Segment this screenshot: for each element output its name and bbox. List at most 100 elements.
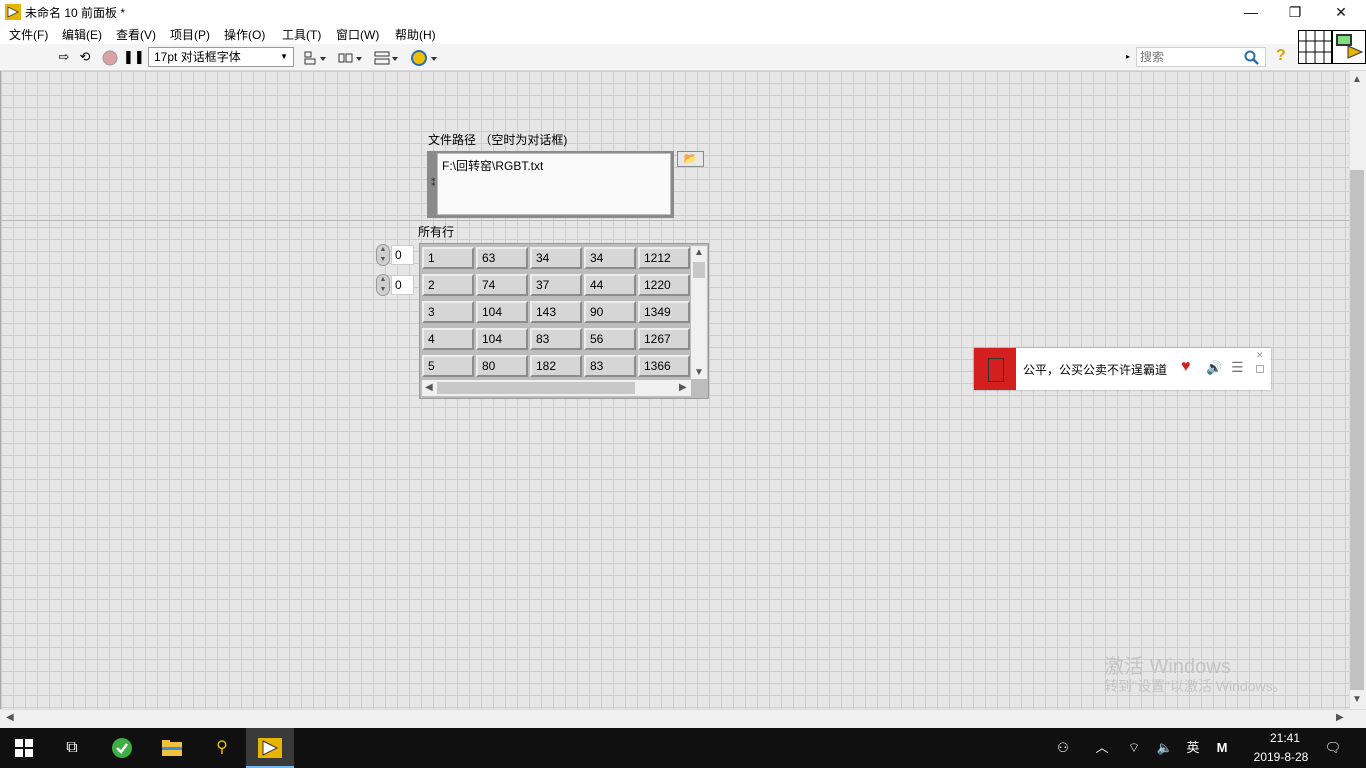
array-cell[interactable]: 1267 <box>638 328 690 350</box>
array-cell[interactable]: 34 <box>530 247 582 269</box>
panel-divider <box>1 220 1349 221</box>
connector-pane-icon[interactable] <box>1298 30 1332 64</box>
speaker-icon[interactable]: 🔈 <box>1155 728 1175 768</box>
ime-language[interactable]: 英 <box>1183 728 1203 768</box>
array-cell[interactable]: 1349 <box>638 301 690 323</box>
menu-help[interactable]: 帮助(H) <box>395 26 436 43</box>
array-cell[interactable]: 182 <box>530 355 582 377</box>
array-cell[interactable]: 90 <box>584 301 636 323</box>
font-select-value: 17pt 对话框字体 <box>154 50 241 64</box>
network-icon[interactable]: ⌔ <box>1124 728 1144 768</box>
task-view-icon[interactable]: ⧉ <box>48 728 96 768</box>
array-cell[interactable]: 1212 <box>638 247 690 269</box>
clock-date[interactable]: 2019-8-28 <box>1245 750 1317 764</box>
file-explorer-icon[interactable] <box>161 738 183 758</box>
vi-icon[interactable] <box>1332 30 1366 64</box>
array-cell[interactable]: 1 <box>422 247 474 269</box>
restore-icon[interactable] <box>1256 365 1264 373</box>
array-cell[interactable]: 63 <box>476 247 528 269</box>
array-cell[interactable]: 104 <box>476 301 528 323</box>
search-icon[interactable] <box>1244 50 1260 66</box>
spinner-icon[interactable]: ▲ ▼ <box>376 244 390 266</box>
scroll-right-icon[interactable]: ▶ <box>679 382 687 393</box>
labview-icon[interactable] <box>258 738 282 758</box>
file-path-field[interactable]: F:\回转窑\RGBT.txt <box>437 153 671 215</box>
col-index-value[interactable]: 0 <box>391 275 414 295</box>
windows-start-icon[interactable] <box>15 739 33 757</box>
array-cell[interactable]: 4 <box>422 328 474 350</box>
array-cell[interactable]: 5 <box>422 355 474 377</box>
scroll-left-icon[interactable]: ◀ <box>425 382 433 393</box>
people-icon[interactable]: ⚇ <box>1052 728 1074 768</box>
row-index-value[interactable]: 0 <box>391 245 414 265</box>
align-objects-icon[interactable] <box>303 49 327 67</box>
array-label: 所有行 <box>418 225 455 239</box>
array-cell[interactable]: 83 <box>584 355 636 377</box>
notification-icon[interactable]: 🗨 <box>1322 728 1344 768</box>
array-cell[interactable]: 80 <box>476 355 528 377</box>
clock-time[interactable]: 21:41 <box>1255 731 1315 745</box>
chevron-down-icon: ▼ <box>280 52 288 61</box>
array-cell[interactable]: 3 <box>422 301 474 323</box>
scroll-right-icon[interactable]: ▶ <box>1336 712 1344 723</box>
search-tool-icon[interactable]: ⚲ <box>198 728 246 768</box>
album-art <box>974 348 1016 390</box>
array-cell[interactable]: 104 <box>476 328 528 350</box>
scroll-up-icon[interactable]: ▲ <box>694 247 704 258</box>
minimize-button[interactable]: — <box>1228 0 1274 24</box>
array-cell[interactable]: 1220 <box>638 274 690 296</box>
array-cell[interactable]: 37 <box>530 274 582 296</box>
menu-project[interactable]: 项目(P) <box>170 26 210 43</box>
array-cell[interactable]: 34 <box>584 247 636 269</box>
col-index-control[interactable]: ▲ ▼ 0 <box>376 274 414 296</box>
spinner-icon[interactable]: ▲ ▼ <box>376 274 390 296</box>
file-path-label: 文件路径 （空时为对话框) <box>428 133 568 147</box>
array-cell[interactable]: 74 <box>476 274 528 296</box>
title-bar <box>0 0 1366 24</box>
array-cell[interactable]: 2 <box>422 274 474 296</box>
resize-objects-icon[interactable] <box>373 49 399 67</box>
browser-app-icon[interactable] <box>111 737 133 759</box>
array-cell[interactable]: 1366 <box>638 355 690 377</box>
menu-tools[interactable]: 工具(T) <box>282 26 321 43</box>
array-cell[interactable]: 83 <box>530 328 582 350</box>
distribute-objects-icon[interactable] <box>337 49 363 67</box>
panel-vertical-thumb[interactable] <box>1350 170 1364 690</box>
array-vertical-thumb[interactable] <box>693 262 705 278</box>
labview-app-icon <box>5 4 21 20</box>
menu-view[interactable]: 查看(V) <box>116 26 156 43</box>
array-horizontal-thumb[interactable] <box>437 382 635 394</box>
scroll-up-icon[interactable]: ▲ <box>1352 74 1362 85</box>
array-cell[interactable]: 143 <box>530 301 582 323</box>
pause-icon[interactable]: ❚❚ <box>123 48 145 66</box>
menu-operate[interactable]: 操作(O) <box>224 26 265 43</box>
help-icon[interactable]: ? <box>1276 47 1286 65</box>
run-arrow-icon[interactable]: ⇨ <box>56 48 72 66</box>
panel-horizontal-scrollbar[interactable] <box>0 709 1366 728</box>
browse-folder-button[interactable]: 📂 <box>677 151 704 167</box>
close-icon[interactable]: ✕ <box>1256 350 1264 361</box>
reorder-icon[interactable] <box>410 49 438 67</box>
search-expand-icon[interactable]: ▸ <box>1126 52 1130 61</box>
array-cell[interactable]: 56 <box>584 328 636 350</box>
show-hidden-icons[interactable]: ︿ <box>1092 728 1112 768</box>
row-index-control[interactable]: ▲ ▼ 0 <box>376 244 414 266</box>
scroll-down-icon[interactable]: ▼ <box>694 367 704 378</box>
font-select[interactable]: 17pt 对话框字体 ▼ <box>148 47 294 67</box>
restore-button[interactable]: ❐ <box>1272 0 1318 24</box>
menu-window[interactable]: 窗口(W) <box>336 26 379 43</box>
run-continuously-icon[interactable]: ⟲ <box>76 48 94 66</box>
array-cell[interactable]: 44 <box>584 274 636 296</box>
heart-icon[interactable]: ♥ <box>1181 358 1191 376</box>
activation-watermark-title: 激活 Windows <box>1104 656 1231 678</box>
close-button[interactable]: ✕ <box>1318 0 1364 24</box>
menu-edit[interactable]: 编辑(E) <box>62 26 102 43</box>
window-title: 未命名 10 前面板 * <box>25 6 126 20</box>
scroll-down-icon[interactable]: ▼ <box>1352 694 1362 705</box>
scroll-left-icon[interactable]: ◀ <box>6 712 14 723</box>
abort-icon[interactable] <box>102 50 118 66</box>
ime-mode[interactable]: M <box>1211 728 1233 768</box>
volume-icon[interactable]: 🔊 <box>1206 360 1222 376</box>
menu-file[interactable]: 文件(F) <box>9 26 48 43</box>
playlist-icon[interactable]: ☰ <box>1231 359 1244 376</box>
